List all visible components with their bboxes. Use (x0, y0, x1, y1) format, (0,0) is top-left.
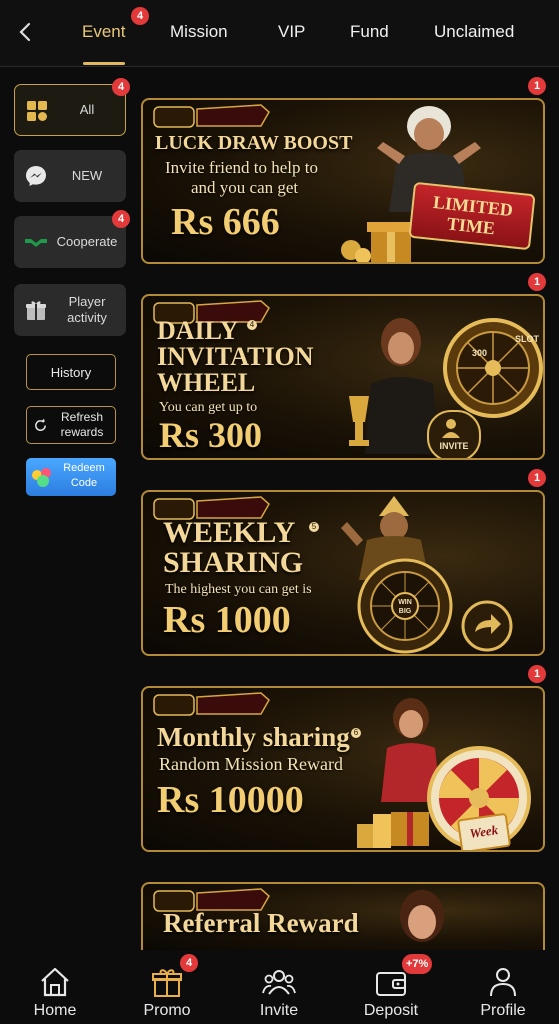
nav-deposit-badge: +7% (402, 954, 433, 974)
banner-badge: 1 (528, 77, 546, 95)
people-icon (262, 970, 296, 995)
sidebar-item-label: Player activity (67, 294, 107, 325)
treasure-gift-icon (341, 222, 415, 262)
er666-logo (153, 104, 270, 128)
banner-title-line3: WHEEL (157, 368, 256, 397)
banner-amount: Rs 10000 (157, 779, 304, 821)
sidebar-item-all[interactable]: All (14, 84, 126, 136)
sidebar-item-label: Cooperate (56, 234, 118, 249)
banner-number: 6 (351, 728, 361, 738)
grid-icon (27, 101, 47, 121)
tab-event-badge: 4 (131, 7, 149, 25)
invite-label: INVITE (439, 441, 469, 451)
banner-title-line2: SHARING (163, 546, 304, 579)
refresh-rewards-button[interactable]: Refresh rewards (26, 406, 116, 444)
banner-title: LUCK DRAW BOOST (155, 132, 353, 154)
banner-badge: 1 (528, 665, 546, 683)
week-tag-text: Week (468, 822, 500, 841)
top-nav: Event 4 Mission VIP Fund Unclaimed (0, 0, 559, 67)
banner-line1: The highest you can get is (165, 582, 312, 597)
nav-promo[interactable]: Promo (122, 950, 212, 1024)
tab-fund[interactable]: Fund (350, 22, 389, 42)
banner-title-line1: WEEKLY (163, 516, 296, 549)
history-button[interactable]: History (26, 354, 116, 390)
promo-banner-luck-draw[interactable]: LUCK DRAW BOOST Invite friend to help to… (141, 98, 545, 264)
promo-banner-monthly-sharing[interactable]: Monthly sharing 6 Random Mission Reward … (141, 686, 545, 852)
banner-amount: Rs 666 (171, 201, 280, 243)
nav-label: Home (33, 1002, 77, 1019)
nav-home[interactable]: Home (10, 950, 100, 1024)
banner-badge: 1 (528, 273, 546, 291)
character-illustration-icon (400, 890, 444, 942)
sidebar-item-label: All (79, 102, 95, 117)
refresh-rewards-label: Refresh rewards (60, 410, 104, 439)
promo-banner-daily-wheel[interactable]: DAILY 4 INVITATION WHEEL You can get up … (141, 294, 545, 460)
banner-number: 5 (309, 522, 319, 532)
tab-unclaimed[interactable]: Unclaimed (434, 22, 514, 42)
redeem-code-button[interactable]: Redeem Code (26, 458, 116, 496)
messenger-icon (26, 166, 46, 186)
invite-button: INVITE (427, 410, 481, 458)
gift-icon (26, 301, 46, 320)
home-icon (41, 967, 69, 997)
sidebar-item-new[interactable]: NEW (14, 150, 126, 202)
gift-bag-icon (32, 468, 51, 487)
banner-line2: and you can get (191, 178, 299, 197)
nav-profile[interactable]: Profile (458, 950, 548, 1024)
redeem-code-label: Redeem Code (63, 462, 105, 489)
person-add-icon (442, 419, 460, 438)
week-tag: Week (456, 812, 512, 850)
handshake-icon (25, 239, 47, 247)
sidebar-all-badge: 4 (112, 78, 130, 96)
tab-mission[interactable]: Mission (170, 22, 228, 42)
active-tab-indicator (83, 62, 125, 65)
banner-title: Monthly sharing (157, 722, 350, 752)
er666-logo (153, 692, 270, 716)
gift-icon (152, 969, 182, 997)
promo-banner-referral[interactable]: Referral Reward (141, 882, 545, 950)
banner-amount: Rs 1000 (163, 599, 291, 641)
nav-label: Invite (259, 1002, 299, 1019)
person-icon (490, 968, 516, 997)
nav-label: Deposit (363, 1002, 419, 1019)
banner-amount: Rs 300 (159, 415, 263, 455)
tab-vip[interactable]: VIP (278, 22, 305, 42)
nav-label: Promo (143, 1002, 191, 1019)
banner-number: 4 (247, 320, 257, 330)
sidebar-cooperate-badge: 4 (112, 210, 130, 228)
banner-line1: Invite friend to help to (165, 158, 318, 177)
sidebar-item-player-activity[interactable]: Player activity (14, 284, 126, 336)
sidebar-item-label: NEW (71, 168, 103, 183)
win-big-label: WIN BIG (398, 599, 412, 615)
back-arrow-icon[interactable] (12, 18, 40, 46)
banner-line1: Random Mission Reward (159, 754, 343, 774)
banner-badge: 1 (528, 469, 546, 487)
banner-title: Referral Reward (163, 908, 359, 938)
refresh-icon (35, 418, 46, 431)
wheel-label-300: 300 (472, 348, 488, 358)
limited-time-text: LIMITED TIME (432, 191, 514, 239)
promo-banner-weekly-sharing[interactable]: WEEKLY 5 SHARING The highest you can get… (141, 490, 545, 656)
treasure-gift-icon (357, 812, 429, 848)
nav-promo-badge: 4 (180, 954, 198, 972)
nav-label: Profile (480, 1002, 526, 1019)
wheel-label-slot: SLOT (515, 334, 539, 344)
tab-event[interactable]: Event (82, 22, 125, 42)
nav-invite[interactable]: Invite (234, 950, 324, 1024)
bottom-nav: Home Promo 4 Invite Deposit +7% Profile (0, 950, 559, 1024)
prize-wheel-icon (443, 318, 543, 418)
sidebar-item-cooperate[interactable]: Cooperate (14, 216, 126, 268)
limited-time-tag: LIMITED TIME (408, 181, 536, 251)
arrow-right-icon (461, 600, 513, 652)
